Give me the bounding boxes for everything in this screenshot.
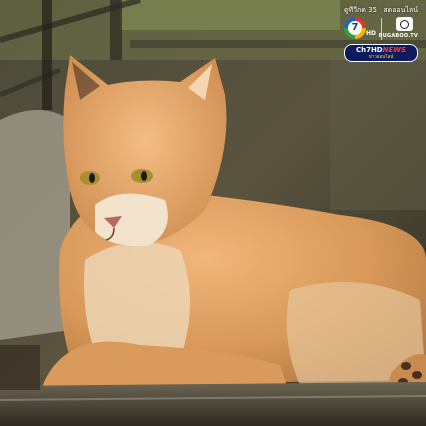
background-wall: [0, 110, 70, 340]
bugaboo-text: BUGABOO.TV: [378, 33, 418, 39]
channel-7-logo: 7: [344, 17, 366, 39]
wooden-plank: [0, 382, 426, 426]
cage-post: [42, 0, 52, 110]
cage-post: [110, 0, 122, 60]
news-brand: Ch7HD: [355, 46, 383, 54]
photo-frame: ดูทีวีกด 35 สดออนไลน์ 7 HD BUGABOO.TV Ch…: [0, 0, 426, 426]
news-brand-accent: NEWS: [382, 46, 407, 54]
channel-mark: 7: [348, 21, 362, 35]
bugaboo-logo-icon: [396, 17, 413, 31]
cat-photo: [0, 0, 426, 426]
broadcaster-logos: ดูทีวีกด 35 สดออนไลน์ 7 HD BUGABOO.TV: [344, 6, 418, 42]
ch7-news-logo: Ch7HDNEWS ข่าวออนไลน์: [344, 44, 418, 62]
channel-caption: ดูทีวีกด 35: [344, 6, 378, 14]
live-caption: สดออนไลน์: [383, 6, 418, 14]
hd-mark: HD: [366, 30, 377, 37]
news-tagline: ข่าวออนไลน์: [368, 55, 394, 60]
